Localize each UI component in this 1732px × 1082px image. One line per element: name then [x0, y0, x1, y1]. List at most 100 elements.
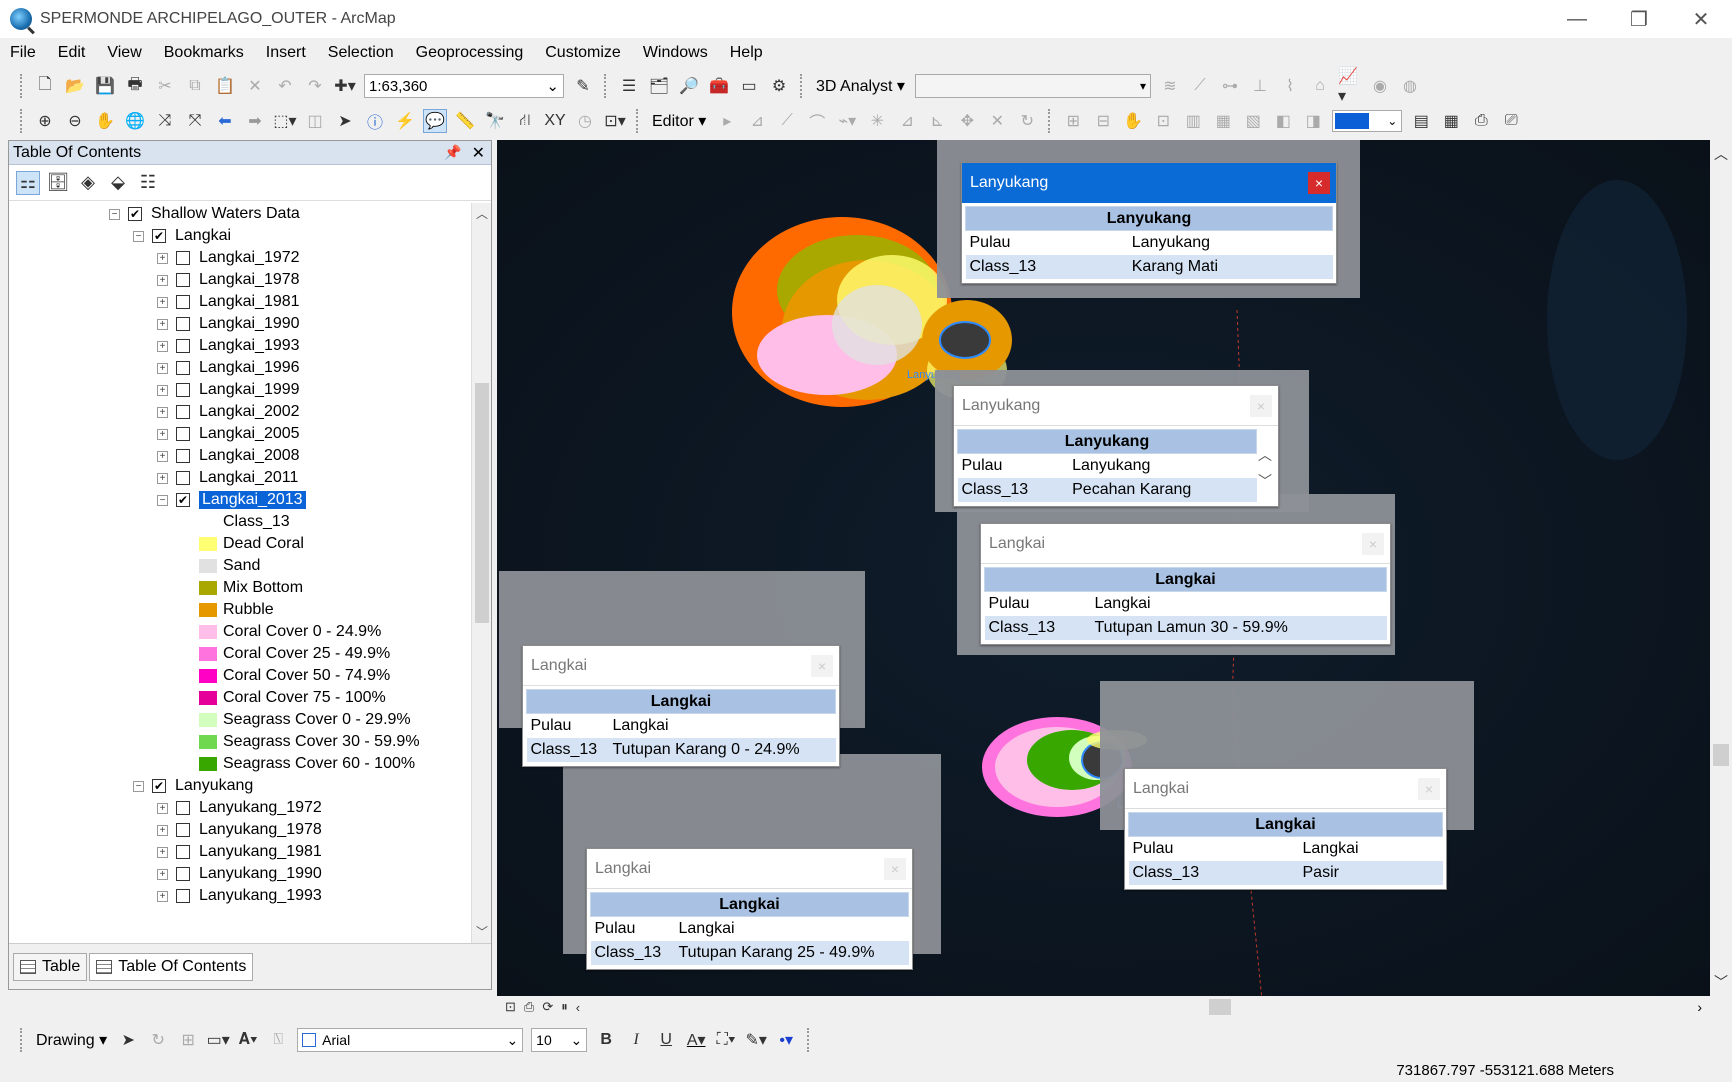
straight-segment-icon[interactable]: ⟋	[775, 109, 799, 133]
font-size-combo[interactable]: 10 ⌄	[531, 1028, 588, 1052]
copy-icon[interactable]: ⧉	[183, 74, 207, 98]
toc-item[interactable]: + Langkai_1978	[157, 269, 300, 291]
toc-item[interactable]: + Langkai_1972	[157, 247, 300, 269]
menu-windows[interactable]: Windows	[643, 44, 708, 62]
back-arrow-icon[interactable]: ⬅	[213, 109, 237, 133]
expand-icon[interactable]: +	[157, 318, 168, 330]
refresh-icon[interactable]: ⟳	[542, 999, 553, 1015]
underline-button[interactable]: U	[654, 1028, 678, 1052]
toc-item[interactable]: + Langkai_2005	[157, 423, 300, 445]
print-icon[interactable]: 🖶	[123, 74, 147, 98]
toc-item[interactable]: Coral Cover 75 - 100%	[199, 687, 386, 709]
layer-visibility-checkbox[interactable]	[176, 427, 190, 441]
menu-selection[interactable]: Selection	[328, 44, 394, 62]
measure-icon[interactable]: 📏	[453, 109, 477, 133]
close-icon[interactable]: ×	[1418, 778, 1440, 800]
zoom-out-icon[interactable]: ⊖	[63, 109, 87, 133]
identify-popup[interactable]: Lanyukang × Lanyukang Pulau Lanyukang Clas…	[953, 385, 1279, 507]
collapse-icon[interactable]: −	[157, 494, 168, 506]
legend-swatch[interactable]	[199, 757, 217, 771]
fixed-zoom-out-icon[interactable]: ⤧	[183, 109, 207, 133]
layer-visibility-checkbox[interactable]	[176, 295, 190, 309]
tab-table[interactable]: Table	[13, 952, 88, 981]
rotate-icon[interactable]: ↻	[1015, 109, 1039, 133]
toc-item[interactable]: + Langkai_1990	[157, 313, 300, 335]
scroll-up-icon[interactable]: ︿	[472, 205, 492, 223]
popup-title-bar[interactable]: Langkai ×	[981, 524, 1390, 564]
select-elements-icon[interactable]: ➤	[116, 1028, 140, 1052]
cut-icon[interactable]: ✂	[153, 74, 177, 98]
zoom-percent-combo[interactable]: ⌄	[1332, 110, 1403, 132]
expand-icon[interactable]: +	[157, 384, 168, 396]
zoom-in-icon[interactable]: ⊕	[33, 109, 57, 133]
toc-item[interactable]: Mix Bottom	[199, 577, 303, 599]
profile-graph-icon[interactable]: 📈▾	[1338, 68, 1362, 105]
toc-scrollbar[interactable]: ︿ ﹀	[471, 203, 491, 943]
legend-swatch[interactable]	[199, 691, 217, 705]
layout-view-icon-4[interactable]: ⎚	[1499, 109, 1523, 133]
interpolate-polygon-icon[interactable]: ⌂	[1308, 74, 1332, 98]
pause-drawing-icon[interactable]: ⏸	[561, 999, 568, 1015]
map-scale-combo[interactable]: 1:63,360 ⌄	[364, 74, 564, 98]
legend-swatch[interactable]	[199, 735, 217, 749]
close-icon[interactable]: ×	[811, 655, 833, 677]
point-icon[interactable]: ✳	[865, 109, 889, 133]
expand-icon[interactable]: +	[157, 846, 168, 858]
list-by-visibility-icon[interactable]: ◈	[76, 171, 100, 195]
layer-visibility-checkbox[interactable]	[176, 845, 190, 859]
scroll-up-icon[interactable]: ︿	[1710, 144, 1732, 164]
toc-item[interactable]: Coral Cover 0 - 24.9%	[199, 621, 381, 643]
toc-item[interactable]: Seagrass Cover 0 - 29.9%	[199, 709, 411, 731]
legend-swatch[interactable]	[199, 559, 217, 573]
toc-item[interactable]: + Langkai_2011	[157, 467, 298, 489]
popup-title-bar[interactable]: Langkai ×	[1125, 769, 1446, 809]
time-slider-icon[interactable]: ◷	[573, 109, 597, 133]
menu-customize[interactable]: Customize	[545, 44, 621, 62]
python-window-icon[interactable]: ▭	[737, 74, 761, 98]
expand-icon[interactable]: +	[157, 296, 168, 308]
editor-menu[interactable]: Editor ▾	[652, 111, 706, 131]
toc-item[interactable]: − ✔ Lanyukang	[133, 775, 253, 797]
steepest-path-icon[interactable]: ⟋	[1188, 74, 1212, 98]
toc-item[interactable]: + Langkai_1981	[157, 291, 300, 313]
georef-icon-6[interactable]: ▦	[1211, 109, 1235, 133]
close-icon[interactable]: ✕	[472, 143, 485, 163]
open-folder-icon[interactable]: 📂	[63, 74, 87, 98]
undo-icon[interactable]: ↶	[273, 74, 297, 98]
go-to-xy-icon[interactable]: XY	[543, 109, 567, 133]
redo-icon[interactable]: ↷	[303, 74, 327, 98]
identify-popup[interactable]: Langkai × Langkai Pulau Langkai Class_13 Pa…	[1124, 768, 1447, 890]
layer-visibility-checkbox[interactable]	[176, 361, 190, 375]
endpoint-arc-icon[interactable]: ⌒	[805, 109, 829, 133]
toc-item[interactable]: + Langkai_2008	[157, 445, 300, 467]
contour-icon[interactable]: ≋	[1158, 74, 1182, 98]
interpolate-line-icon[interactable]: ⌇	[1278, 74, 1302, 98]
toc-item[interactable]: Class_13	[223, 511, 290, 533]
legend-swatch[interactable]	[199, 647, 217, 661]
fill-color-icon[interactable]: ⛶▾	[714, 1028, 738, 1052]
expand-icon[interactable]: +	[157, 472, 168, 484]
scroll-left-icon[interactable]: ‹	[576, 1000, 580, 1015]
menu-insert[interactable]: Insert	[266, 44, 306, 62]
restore-button[interactable]: ❐	[1608, 0, 1670, 38]
find-binoculars-icon[interactable]: 🔭	[483, 109, 507, 133]
fixed-zoom-in-icon[interactable]: ⤨	[153, 109, 177, 133]
toc-item[interactable]: − ✔ Langkai	[133, 225, 231, 247]
toc-item[interactable]: Dead Coral	[199, 533, 304, 555]
find-route-icon[interactable]: ⛙	[513, 109, 537, 133]
tab-table-of-contents[interactable]: Table Of Contents	[89, 952, 254, 981]
toolbar-grip[interactable]	[807, 1028, 811, 1052]
line-color-icon[interactable]: ✎▾	[744, 1028, 768, 1052]
toc-item[interactable]: − ✔ Langkai_2013	[157, 489, 306, 511]
search-window-icon[interactable]: 🔎	[677, 74, 701, 98]
edit-tool-icon[interactable]: ▸	[715, 109, 739, 133]
zoom-whole-page-icon[interactable]: ⊞	[176, 1028, 200, 1052]
popup-title-bar[interactable]: Langkai ×	[587, 849, 912, 889]
expand-icon[interactable]: +	[157, 802, 168, 814]
list-by-source-icon[interactable]: 🗄	[46, 171, 70, 195]
rectangle-icon[interactable]: ▭▾	[206, 1028, 230, 1052]
layer-visibility-checkbox[interactable]: ✔	[152, 229, 166, 243]
pin-icon[interactable]: 📌	[444, 144, 461, 161]
georef-icon-8[interactable]: ◧	[1271, 109, 1295, 133]
toc-item[interactable]: Sand	[199, 555, 260, 577]
